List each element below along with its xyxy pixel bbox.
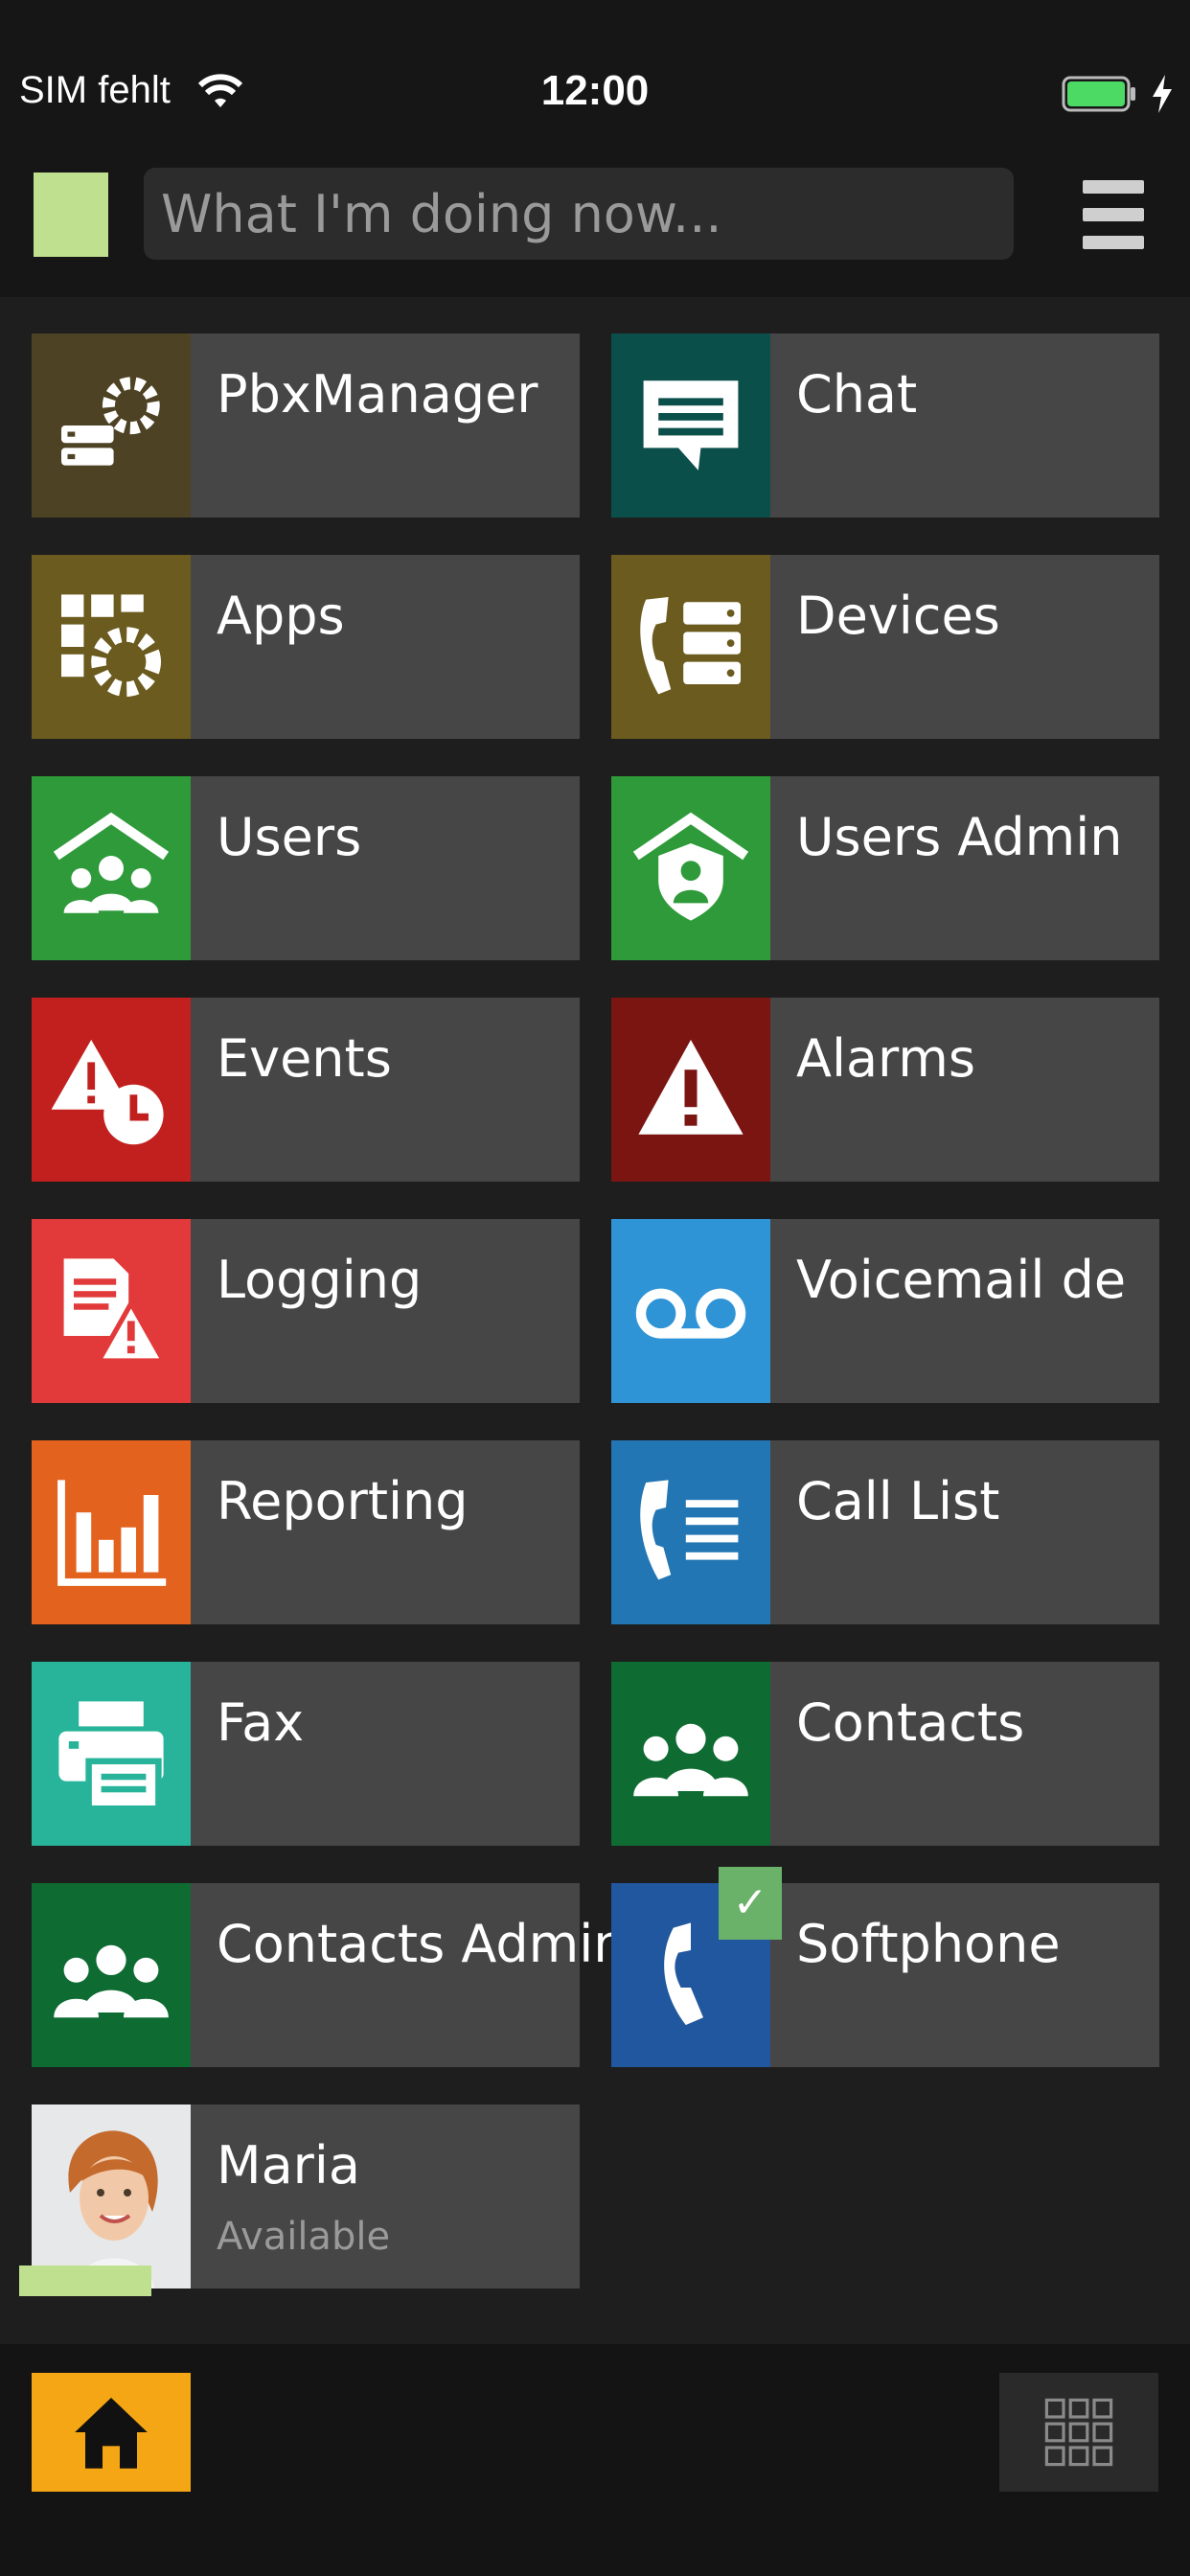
charging-bolt-icon (1153, 75, 1172, 113)
tile-label: Softphone (796, 1914, 1061, 1974)
apps-gear-icon (32, 555, 191, 739)
users-admin-icon (611, 776, 770, 960)
tile-contacts[interactable]: Contacts (611, 1662, 1159, 1846)
users-home-icon (32, 776, 191, 960)
tile-label: Chat (796, 364, 918, 425)
tile-label: Apps (217, 586, 345, 646)
tile-pbxmanager[interactable]: PbxManager (32, 334, 580, 518)
tile-label: Users (217, 807, 362, 867)
tile-user-maria[interactable]: Maria Available (32, 2104, 580, 2288)
tile-label: Contacts (796, 1692, 1025, 1753)
tile-users-admin[interactable]: Users Admin (611, 776, 1159, 960)
tile-label: Call List (796, 1471, 1000, 1531)
contacts-admin-icon (32, 1883, 191, 2067)
tile-label: Users Admin (796, 807, 1123, 867)
tile-label: Alarms (796, 1028, 976, 1089)
tile-reporting[interactable]: Reporting (32, 1440, 580, 1624)
tile-alarms[interactable]: Alarms (611, 998, 1159, 1182)
status-bar: SIM fehlt 12:00 (0, 0, 1190, 163)
apps-grid-button[interactable] (999, 2373, 1158, 2492)
tile-contacts-admin[interactable]: Contacts Admin (32, 1883, 627, 2067)
home-icon (75, 2398, 148, 2469)
avatar (32, 2104, 191, 2288)
status-message-input[interactable] (144, 168, 1014, 260)
apps-grid-icon (1044, 2398, 1113, 2467)
tile-label: Contacts Admin (217, 1914, 627, 1974)
tile-label: PbxManager (217, 364, 538, 425)
fax-icon (32, 1662, 191, 1846)
hamburger-menu-icon[interactable] (1083, 180, 1152, 249)
tile-users[interactable]: Users (32, 776, 580, 960)
tile-label: Events (217, 1028, 392, 1089)
tile-events[interactable]: Events (32, 998, 580, 1182)
tile-logging[interactable]: Logging (32, 1219, 580, 1403)
tile-label: Fax (217, 1692, 305, 1753)
tile-label: Voicemail de (796, 1250, 1127, 1310)
user-presence-status: Available (217, 2215, 391, 2259)
call-list-icon (611, 1440, 770, 1624)
presence-bar (19, 2266, 151, 2296)
voicemail-icon (611, 1219, 770, 1403)
reporting-icon (32, 1440, 191, 1624)
home-button[interactable] (32, 2373, 191, 2492)
tile-fax[interactable]: Fax (32, 1662, 580, 1846)
tile-softphone[interactable]: Softphone (611, 1883, 1159, 2067)
tile-apps[interactable]: Apps (32, 555, 580, 739)
tile-chat[interactable]: Chat (611, 334, 1159, 518)
logging-icon (32, 1219, 191, 1403)
alarm-icon (611, 998, 770, 1182)
tile-devices[interactable]: Devices (611, 555, 1159, 739)
tile-voicemail[interactable]: Voicemail de (611, 1219, 1159, 1403)
clock: 12:00 (540, 67, 650, 114)
user-name: Maria (217, 2135, 360, 2196)
events-icon (32, 998, 191, 1182)
presence-indicator[interactable] (34, 172, 108, 257)
tile-label: Reporting (217, 1471, 469, 1531)
contacts-icon (611, 1662, 770, 1846)
devices-icon (611, 555, 770, 739)
tile-label: Logging (217, 1250, 423, 1310)
softphone-active-check: ✓ (719, 1867, 782, 1940)
chat-icon (611, 334, 770, 518)
battery-charging-icon (1062, 76, 1135, 112)
tile-call-list[interactable]: Call List (611, 1440, 1159, 1624)
pbx-manager-icon (32, 334, 191, 518)
tile-label: Devices (796, 586, 1000, 646)
